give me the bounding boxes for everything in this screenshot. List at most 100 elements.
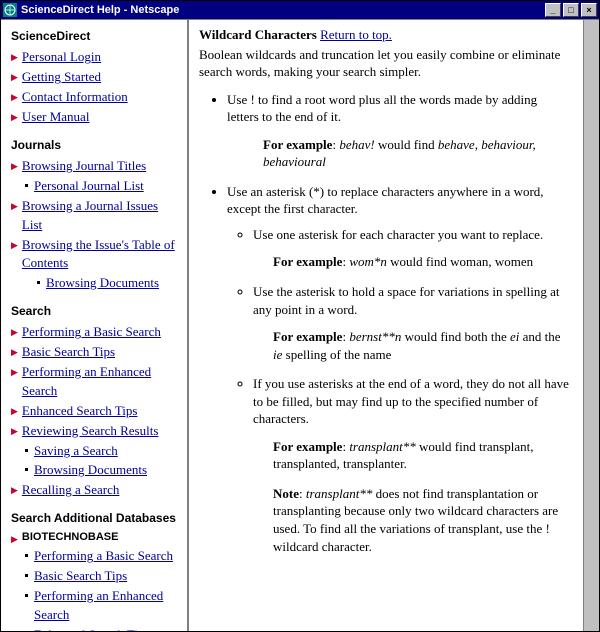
nav-link[interactable]: Browsing Documents [46, 274, 159, 293]
arrow-icon: ▶ [11, 160, 18, 173]
nav-link[interactable]: Performing a Basic Search [22, 323, 161, 342]
nav-item: ▶ User Manual [11, 108, 181, 127]
example-block: For example: behav! would find behave, b… [263, 136, 569, 171]
nav-link[interactable]: Performing an Enhanced Search [34, 587, 181, 625]
maximize-button[interactable]: □ [563, 3, 579, 17]
nav-link[interactable]: Getting Started [22, 68, 101, 87]
nav-link[interactable]: Enhanced Search Tips [34, 626, 150, 631]
nav-link[interactable]: Performing a Basic Search [34, 547, 173, 566]
scrollbar[interactable] [583, 20, 599, 631]
note-label: Note [273, 486, 299, 501]
arrow-icon: ▶ [11, 326, 18, 339]
nav-sidebar: ScienceDirect ▶ Personal Login ▶ Getting Sta… [1, 20, 189, 631]
nav-list: ▶Personal Login▶Getting Started▶Contact … [11, 48, 181, 126]
nav-link[interactable]: Contact Information [22, 88, 128, 107]
nav-link[interactable]: Browsing a Journal Issues List [22, 197, 181, 235]
nav-link[interactable]: User Manual [22, 108, 90, 127]
nav-link[interactable]: Basic Search Tips [22, 343, 115, 362]
content-area: ScienceDirect ▶ Personal Login ▶ Getting Sta… [1, 19, 599, 631]
window-title: ScienceDirect Help - Netscape [21, 4, 543, 16]
nav-item: Personal Journal List [23, 177, 181, 196]
minimize-button[interactable]: _ [545, 3, 561, 17]
example-block: For example: bernst**n would find both t… [273, 328, 569, 363]
close-button[interactable]: × [581, 3, 597, 17]
nav-link[interactable]: Performing an Enhanced Search [22, 363, 181, 401]
example-block: For example: wom*n would find woman, wom… [273, 253, 569, 271]
list-item: Use one asterisk for each character you … [253, 226, 569, 271]
example-term: behav! [339, 137, 374, 152]
arrow-icon: ▶ [11, 346, 18, 359]
nav-link[interactable]: Personal Login [22, 48, 101, 67]
nav-item: ▶ Browsing a Journal Issues List [11, 197, 181, 235]
arrow-icon: ▶ [11, 111, 18, 124]
nav-item: ▶Contact Information [11, 88, 181, 107]
nav-section-heading: Search [11, 303, 181, 320]
nav-item: ▶ BIOTECHNOBASE [11, 530, 181, 546]
return-to-top-link[interactable]: Return to top. [320, 27, 392, 42]
nav-list: ▶ Performing a Basic Search ▶ Basic Search … [11, 323, 181, 500]
nav-section-heading: Search Additional Databases [11, 510, 181, 527]
body-text: Use one asterisk for each character you … [253, 227, 543, 242]
body-text: Use an asterisk (*) to replace character… [227, 184, 544, 217]
body-text: Use ! to find a root word plus all the w… [227, 92, 537, 125]
list-item: Use the asterisk to hold a space for var… [253, 283, 569, 363]
nav-item: ▶ Basic Search Tips [11, 343, 181, 362]
bullet-icon [25, 574, 28, 577]
nav-item: ▶Reviewing Search Results [11, 422, 181, 441]
nav-item: ▶Performing an Enhanced Search [11, 363, 181, 401]
nav-link[interactable]: Recalling a Search [22, 481, 119, 500]
example-label: For example [263, 137, 332, 152]
titlebar: ScienceDirect Help - Netscape _ □ × [1, 1, 599, 19]
bullet-icon [25, 554, 28, 557]
nav-list: ▶ Browsing Journal TitlesPersonal Journal… [11, 157, 181, 293]
body-text: If you use asterisks at the end of a wor… [253, 376, 569, 426]
bullet-list: Use ! to find a root word plus all the w… [227, 91, 569, 555]
nav-item: Performing a Basic Search [23, 547, 181, 566]
arrow-icon: ▶ [11, 484, 18, 497]
arrow-icon: ▶ [11, 71, 18, 84]
nav-item: Browsing Documents [23, 461, 181, 480]
arrow-icon: ▶ [11, 200, 18, 213]
list-item: Use an asterisk (*) to replace character… [227, 183, 569, 555]
nav-section-heading: ScienceDirect [11, 28, 181, 45]
arrow-icon: ▶ [11, 239, 18, 252]
nav-link[interactable]: Browsing the Issue's Table of Contents [22, 236, 181, 274]
arrow-icon: ▶ [11, 405, 18, 418]
example-label: For example [273, 254, 342, 269]
nav-item: Browsing Documents [35, 274, 181, 293]
nav-item: ▶ Browsing the Issue's Table of Contents [11, 236, 181, 274]
nav-section-heading: Journals [11, 137, 181, 154]
list-item: Use ! to find a root word plus all the w… [227, 91, 569, 171]
nav-link[interactable]: Enhanced Search Tips [22, 402, 138, 421]
example-term: wom*n [349, 254, 387, 269]
example-term: transplant** [349, 439, 415, 454]
nav-link[interactable]: Basic Search Tips [34, 567, 127, 586]
example-term: transplant** [306, 486, 372, 501]
nav-list: ▶ BIOTECHNOBASEPerforming a Basic SearchB… [11, 530, 181, 631]
nav-item: ▶ Enhanced Search Tips [11, 402, 181, 421]
nav-link[interactable]: Reviewing Search Results [22, 422, 158, 441]
nav-item: ▶ Performing a Basic Search [11, 323, 181, 342]
nav-link[interactable]: Personal Journal List [34, 177, 144, 196]
note-block: Note: transplant** does not find transpl… [273, 485, 569, 555]
nav-item: ▶ Getting Started [11, 68, 181, 87]
nav-label: BIOTECHNOBASE [22, 530, 119, 546]
nav-item: Enhanced Search Tips [23, 626, 181, 631]
body-text: would find woman, women [387, 254, 533, 269]
nav-item: ▶ Recalling a Search [11, 481, 181, 500]
nav-item: Performing an Enhanced Search [23, 587, 181, 625]
nav-link[interactable]: Saving a Search [34, 442, 118, 461]
body-text: and the [519, 329, 560, 344]
body-text: would find both the [401, 329, 510, 344]
body-text: spelling of the name [282, 347, 391, 362]
nav-link[interactable]: Browsing Journal Titles [22, 157, 146, 176]
list-item: If you use asterisks at the end of a wor… [253, 375, 569, 555]
section-heading: Wildcard Characters [199, 27, 317, 42]
help-content: Wildcard Characters Return to top. Boole… [189, 20, 583, 631]
arrow-icon: ▶ [11, 51, 18, 64]
arrow-icon: ▶ [11, 533, 18, 546]
bullet-icon [37, 281, 40, 284]
nav-link[interactable]: Browsing Documents [34, 461, 147, 480]
body-text: Use the asterisk to hold a space for var… [253, 284, 560, 317]
intro-text: Boolean wildcards and truncation let you… [199, 46, 569, 81]
